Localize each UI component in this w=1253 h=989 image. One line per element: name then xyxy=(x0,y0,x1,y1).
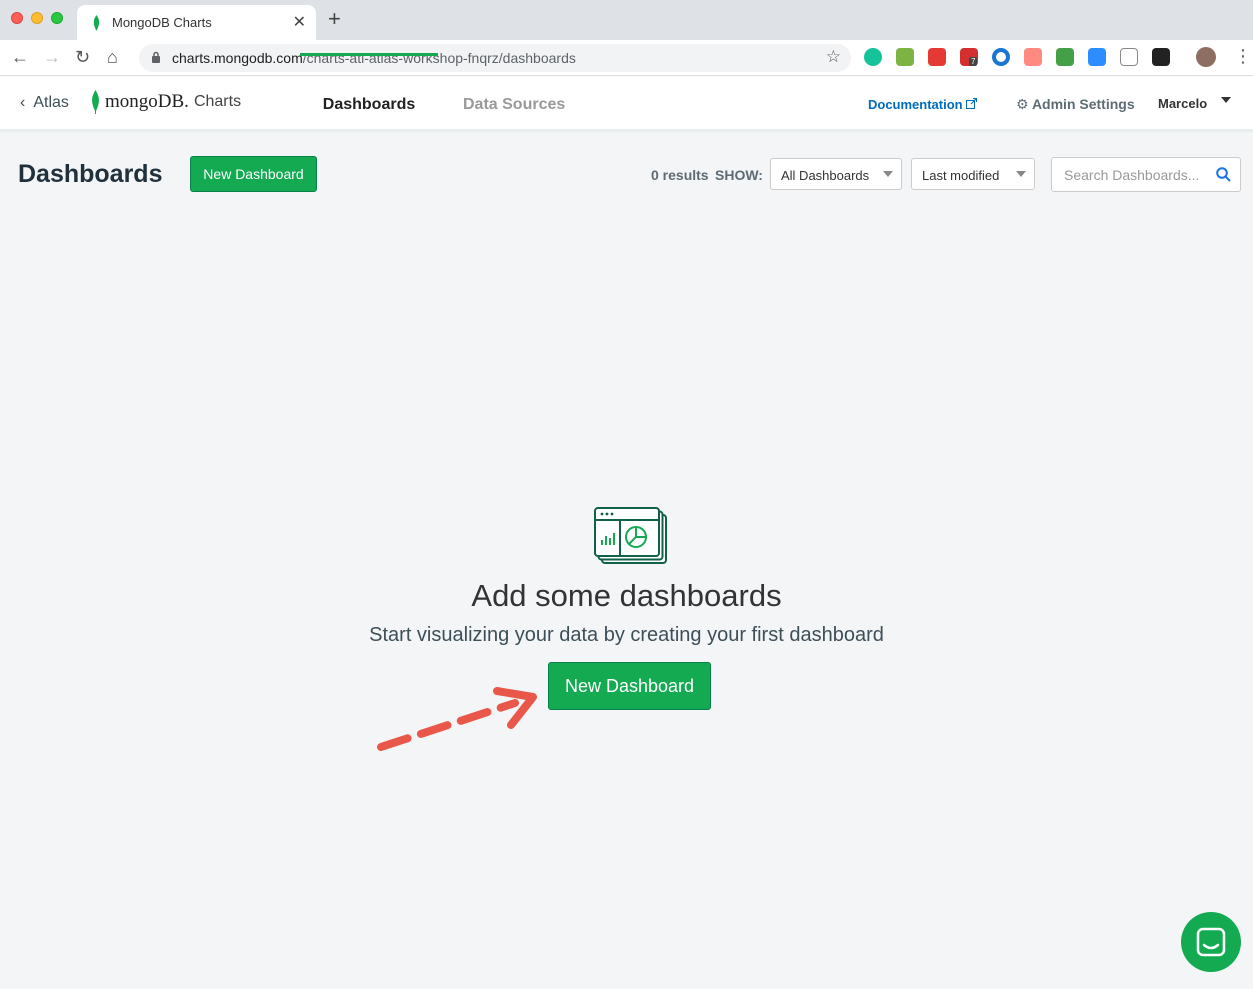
chat-support-button[interactable] xyxy=(1181,912,1241,972)
extension-badge: 7 xyxy=(969,57,978,66)
logo-wordmark: mongoDB. xyxy=(105,91,189,112)
new-tab-icon[interactable]: + xyxy=(328,8,341,30)
reload-icon[interactable]: ↻ xyxy=(75,47,90,67)
annotation-arrow-icon xyxy=(377,687,537,751)
back-to-atlas-link[interactable]: ‹ Atlas xyxy=(20,94,69,112)
logo-product: Charts xyxy=(193,93,242,110)
mongodb-leaf-icon xyxy=(92,15,101,36)
lock-icon xyxy=(151,51,161,69)
user-menu[interactable]: Marcelo xyxy=(1158,96,1207,111)
tab-dashboards[interactable]: Dashboards xyxy=(300,96,438,114)
bookmark-star-icon[interactable]: ☆ xyxy=(826,47,841,67)
profile-avatar[interactable] xyxy=(1196,47,1216,67)
empty-state-title: Add some dashboards xyxy=(471,578,782,613)
calendar-extension-icon[interactable]: 7 xyxy=(960,48,978,66)
shield-extension-icon[interactable] xyxy=(928,48,946,66)
new-dashboard-button[interactable]: New Dashboard xyxy=(190,156,317,192)
chevron-down-icon xyxy=(1016,171,1026,177)
chevron-down-icon[interactable] xyxy=(1221,97,1231,103)
app-header: ‹ Atlas mongoDB. Charts Dashboards Data … xyxy=(0,76,1253,132)
external-link-icon xyxy=(966,98,978,109)
mongodb-charts-logo: mongoDB. Charts xyxy=(90,90,241,114)
circle-extension-icon[interactable] xyxy=(992,48,1010,66)
chat-icon xyxy=(1196,927,1226,957)
sort-selected-value: Last modified xyxy=(922,168,1000,183)
chevron-down-icon xyxy=(883,171,893,177)
window-zoom-control[interactable] xyxy=(51,12,63,24)
back-arrow-icon[interactable]: ← xyxy=(11,47,29,67)
search-icon[interactable] xyxy=(1216,167,1231,187)
browser-toolbar: ← → ↻ ⌂ charts.mongodb.com/charts-atl-at… xyxy=(0,40,1253,76)
search-input[interactable] xyxy=(1052,158,1212,191)
window-close-control[interactable] xyxy=(11,12,23,24)
address-bar[interactable]: charts.mongodb.com/charts-atl-atlas-work… xyxy=(139,44,851,72)
mongodb-leaf-icon xyxy=(92,90,99,114)
empty-state-subtitle: Start visualizing your data by creating … xyxy=(369,624,884,646)
zoom-extension-icon[interactable] xyxy=(1088,48,1106,66)
clipboard-extension-icon[interactable] xyxy=(1120,48,1138,66)
browser-tab[interactable]: MongoDB Charts ✕ xyxy=(77,5,316,40)
empty-state-new-dashboard-button[interactable]: New Dashboard xyxy=(548,662,711,710)
browser-tabbar: MongoDB Charts ✕ + xyxy=(0,0,1253,40)
active-tab-indicator xyxy=(300,53,438,56)
grammarly-extension-icon[interactable] xyxy=(864,48,882,66)
share-extension-icon[interactable] xyxy=(1024,48,1042,66)
filter-selected-value: All Dashboards xyxy=(781,168,870,183)
show-label: SHOW: xyxy=(715,167,763,183)
tab-title: MongoDB Charts xyxy=(112,15,212,30)
home-icon[interactable]: ⌂ xyxy=(107,47,118,67)
page-title: Dashboards xyxy=(18,160,163,188)
tab-data-sources[interactable]: Data Sources xyxy=(463,96,565,114)
close-tab-icon[interactable]: ✕ xyxy=(293,12,306,32)
gear-icon: ⚙ xyxy=(1016,96,1029,112)
browser-menu-icon[interactable]: ⋮ xyxy=(1234,46,1252,67)
results-count: 0 results xyxy=(651,167,709,183)
admin-settings-link[interactable]: ⚙ Admin Settings xyxy=(1016,96,1135,113)
forward-arrow-icon[interactable]: → xyxy=(43,47,61,67)
documentation-link[interactable]: Documentation xyxy=(868,97,978,112)
vpn-extension-icon[interactable] xyxy=(1056,48,1074,66)
window-minimize-control[interactable] xyxy=(31,12,43,24)
dashboard-illustration-icon xyxy=(594,507,668,570)
sort-select[interactable]: Last modified xyxy=(911,158,1035,190)
dashboard-filter-select[interactable]: All Dashboards xyxy=(770,158,902,190)
react-extension-icon[interactable] xyxy=(1152,48,1170,66)
search-box xyxy=(1051,157,1241,192)
mail-extension-icon[interactable] xyxy=(896,48,914,66)
